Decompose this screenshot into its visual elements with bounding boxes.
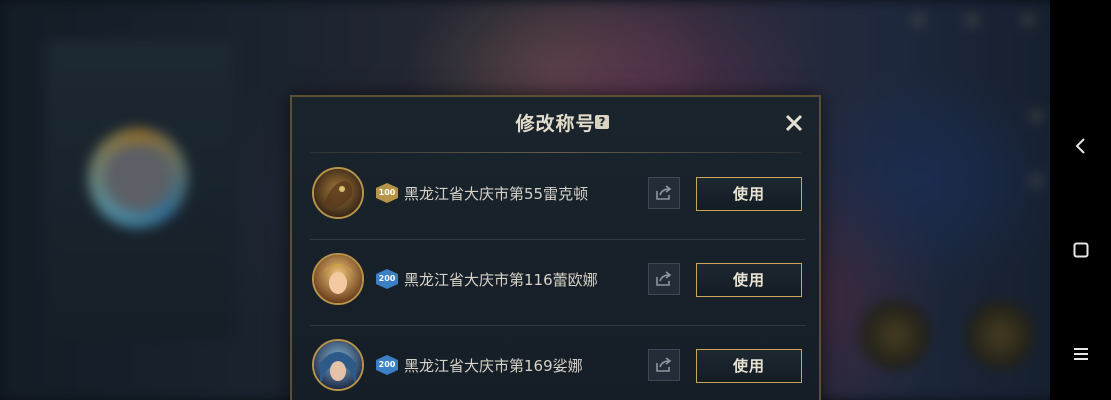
share-icon bbox=[656, 271, 672, 286]
champion-avatar bbox=[312, 167, 364, 219]
dialog-header: 修改称号 ? bbox=[292, 97, 819, 151]
help-icon[interactable]: ? bbox=[595, 115, 609, 129]
title-row: 100 黑龙江省大庆市第55雷克顿 使用 bbox=[310, 154, 805, 240]
level-badge: 200 bbox=[376, 269, 398, 289]
system-nav-bar bbox=[1050, 0, 1111, 400]
champion-avatar bbox=[312, 253, 364, 305]
menu-icon[interactable] bbox=[1050, 334, 1111, 374]
modify-title-dialog: 修改称号 ? 100 黑龙江省大庆市第55雷克顿 使用 200 黑龙江省大庆市第… bbox=[290, 95, 821, 400]
use-button[interactable]: 使用 bbox=[696, 349, 802, 383]
dialog-title: 修改称号 bbox=[515, 113, 596, 135]
level-text: 200 bbox=[378, 274, 396, 283]
share-button[interactable] bbox=[648, 177, 680, 209]
use-button[interactable]: 使用 bbox=[696, 263, 802, 297]
back-icon[interactable] bbox=[1050, 126, 1111, 166]
use-button[interactable]: 使用 bbox=[696, 177, 802, 211]
title-name: 黑龙江省大庆市第116蕾欧娜 bbox=[404, 271, 598, 289]
close-icon[interactable] bbox=[782, 111, 806, 135]
level-badge: 100 bbox=[376, 183, 398, 203]
level-text: 200 bbox=[378, 360, 396, 369]
level-badge: 200 bbox=[376, 355, 398, 375]
title-row: 200 黑龙江省大庆市第116蕾欧娜 使用 bbox=[310, 240, 805, 326]
share-icon bbox=[656, 185, 672, 200]
home-icon[interactable] bbox=[1050, 230, 1111, 270]
share-icon bbox=[656, 357, 672, 372]
level-text: 100 bbox=[378, 188, 396, 197]
game-screen: 修改称号 ? 100 黑龙江省大庆市第55雷克顿 使用 200 黑龙江省大庆市第… bbox=[0, 0, 1111, 400]
share-button[interactable] bbox=[648, 263, 680, 295]
share-button[interactable] bbox=[648, 349, 680, 381]
title-name: 黑龙江省大庆市第169娑娜 bbox=[404, 357, 583, 375]
header-divider bbox=[310, 152, 801, 153]
champion-avatar bbox=[312, 339, 364, 391]
title-row: 200 黑龙江省大庆市第169娑娜 使用 bbox=[310, 326, 805, 400]
title-name: 黑龙江省大庆市第55雷克顿 bbox=[404, 185, 589, 203]
